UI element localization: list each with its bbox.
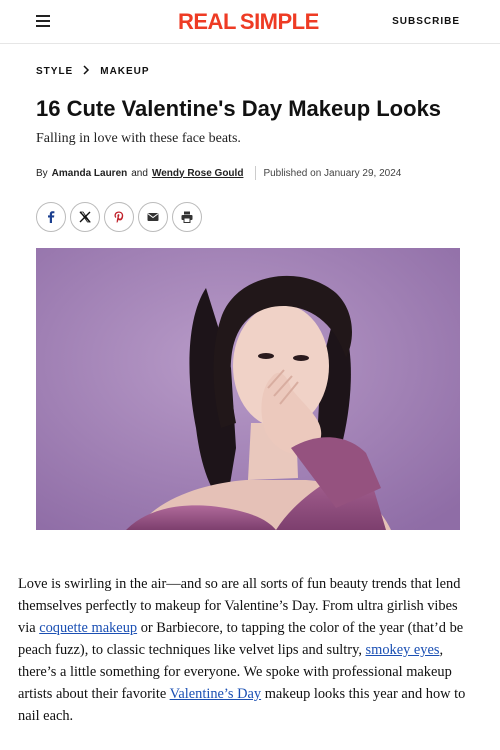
published-date: Published on January 29, 2024: [263, 167, 402, 179]
byline-divider: [255, 166, 257, 180]
smokey-eyes-link[interactable]: smokey eyes: [366, 642, 440, 658]
facebook-icon: [48, 211, 55, 223]
x-twitter-icon: [79, 211, 91, 223]
author-link-1[interactable]: Amanda Lauren: [52, 168, 128, 179]
and-label: and: [131, 167, 148, 179]
coquette-makeup-link[interactable]: coquette makeup: [39, 620, 137, 636]
email-icon: [147, 213, 159, 221]
top-bar: REAL SIMPLE SUBSCRIBE: [0, 0, 500, 44]
breadcrumb-item-style[interactable]: STYLE: [36, 66, 73, 77]
by-label: By: [36, 167, 48, 179]
logo-text-real: REAL: [178, 9, 236, 34]
article-body: Love is swirling in the air—and so are a…: [18, 573, 478, 727]
article-title: 16 Cute Valentine's Day Makeup Looks: [36, 96, 442, 121]
x-share-button[interactable]: [70, 202, 100, 232]
pinterest-share-button[interactable]: [104, 202, 134, 232]
chevron-right-icon: [83, 64, 90, 78]
hero-image: [36, 248, 460, 530]
breadcrumb: STYLE MAKEUP: [36, 64, 150, 78]
print-share-button[interactable]: [172, 202, 202, 232]
byline: By Amanda Lauren and Wendy Rose Gould Pu…: [36, 166, 401, 180]
facebook-share-button[interactable]: [36, 202, 66, 232]
subscribe-link[interactable]: SUBSCRIBE: [392, 16, 460, 27]
hero-portrait-illustration: [36, 248, 460, 530]
valentines-day-link[interactable]: Valentine’s Day: [170, 686, 262, 702]
article-subtitle: Falling in love with these face beats.: [36, 131, 241, 146]
share-bar: [36, 202, 202, 232]
email-share-button[interactable]: [138, 202, 168, 232]
hamburger-menu-icon[interactable]: [36, 15, 52, 29]
print-icon: [181, 211, 193, 223]
site-logo[interactable]: REAL SIMPLE: [178, 9, 319, 35]
pinterest-icon: [114, 211, 124, 223]
breadcrumb-item-makeup[interactable]: MAKEUP: [100, 66, 149, 77]
logo-text-simple: SIMPLE: [239, 9, 319, 34]
author-link-2[interactable]: Wendy Rose Gould: [152, 168, 244, 179]
